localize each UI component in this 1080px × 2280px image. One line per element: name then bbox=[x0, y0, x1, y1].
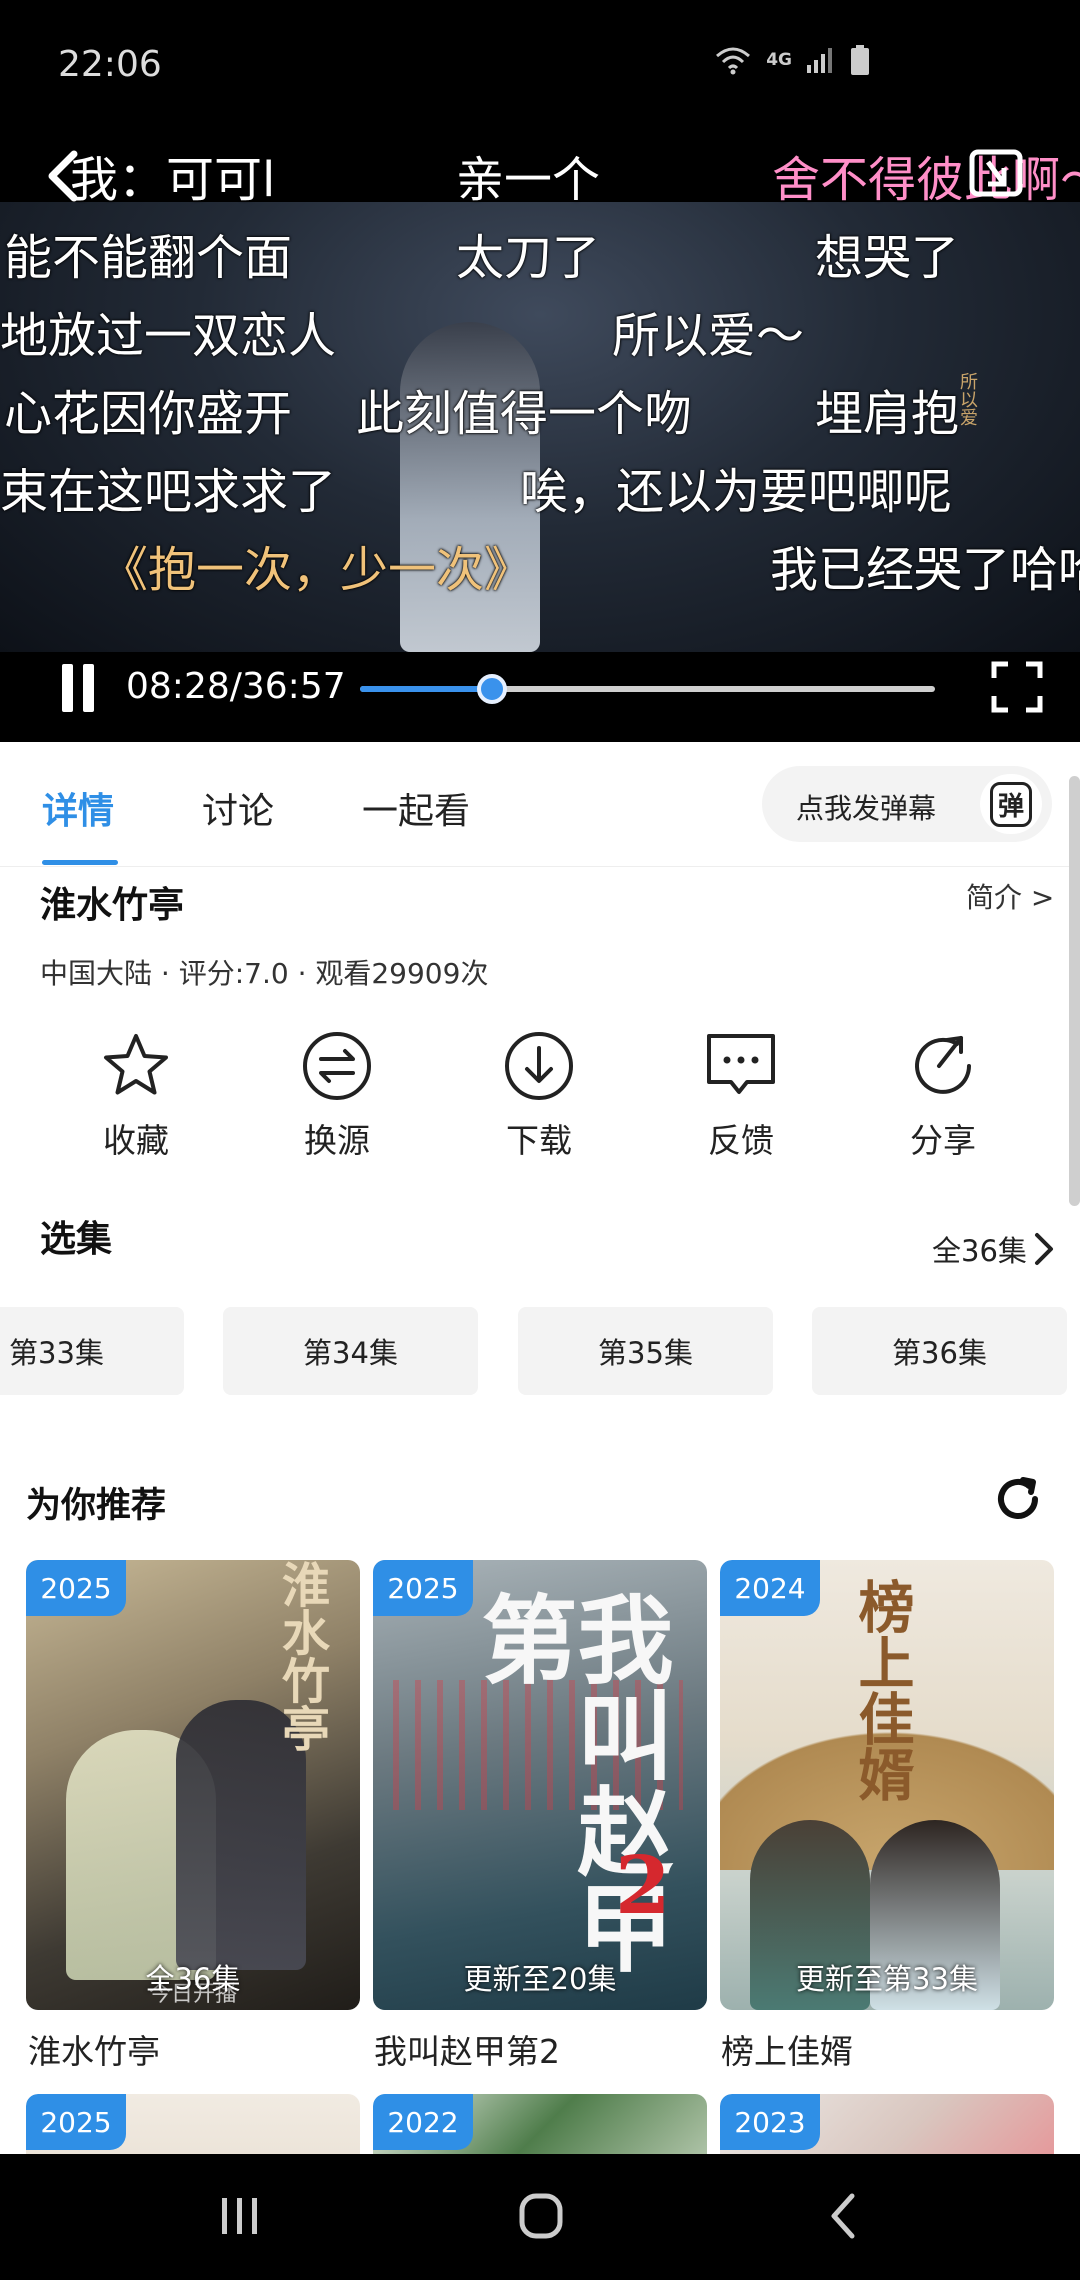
wifi-icon bbox=[716, 47, 751, 75]
pause-icon[interactable] bbox=[58, 664, 98, 712]
video-figure bbox=[400, 322, 540, 652]
share-icon bbox=[915, 1036, 971, 1094]
intro-link[interactable]: 简介 > bbox=[966, 876, 1054, 916]
recommend-card[interactable]: 我叫赵甲第 2 2025 更新至20集 bbox=[373, 1560, 707, 2010]
danmaku-comment: 能不能翻个面 bbox=[4, 230, 293, 286]
fullscreen-icon[interactable] bbox=[990, 660, 1044, 714]
download-button[interactable]: 下载 bbox=[469, 1030, 609, 1162]
video-player[interactable]: 所以爱 我：可可l 亲一个 舍不得彼此啊～ 能不能翻个面 太刀了 想哭了 地放过一双恋人 所以… bbox=[0, 130, 1080, 742]
danmaku-comment: 埋肩抱 bbox=[815, 386, 960, 442]
danmaku-comment: 舍不得彼此啊～ bbox=[772, 152, 1080, 208]
recommend-card[interactable]: 榜上佳婿 2024 更新至第33集 bbox=[720, 1560, 1054, 2010]
player-controls: 08:28/36:57 bbox=[0, 652, 1080, 742]
episode-button[interactable]: 第34集 bbox=[223, 1307, 478, 1395]
share-button[interactable]: 分享 bbox=[873, 1030, 1013, 1162]
tab-discussion[interactable]: 讨论 bbox=[202, 782, 274, 834]
recommend-header: 为你推荐 bbox=[26, 1486, 167, 1526]
danmaku-comment: 束在这吧求求了 bbox=[0, 464, 337, 520]
card-title[interactable]: 我叫赵甲第2 bbox=[374, 2025, 560, 2073]
battery-icon bbox=[851, 45, 869, 75]
danmaku-icon: 弹 bbox=[980, 774, 1042, 834]
episode-button[interactable]: 第36集 bbox=[812, 1307, 1067, 1395]
recommend-card[interactable]: 淮水竹亭 今日开播 2025 全36集 bbox=[26, 1560, 360, 2010]
danmaku-comment: 心花因你盛开 bbox=[4, 386, 293, 442]
year-badge: 2025 bbox=[373, 1560, 473, 1616]
year-badge: 2025 bbox=[26, 1560, 126, 1616]
show-meta: 中国大陆 · 评分:7.0 · 观看29909次 bbox=[40, 957, 489, 990]
picture-in-picture-icon[interactable] bbox=[968, 148, 1024, 198]
progress-knob[interactable] bbox=[476, 674, 507, 704]
download-label: 下载 bbox=[506, 1121, 572, 1160]
danmaku-icon-text: 弹 bbox=[989, 781, 1032, 827]
time-readout: 08:28/36:57 bbox=[126, 666, 346, 707]
system-nav-bar bbox=[0, 2154, 1080, 2280]
favorite-label: 收藏 bbox=[103, 1121, 169, 1160]
feedback-label: 反馈 bbox=[708, 1121, 774, 1160]
status-icons: 4G bbox=[714, 44, 870, 76]
danmaku-comment: 唉，还以为要吧唧呢 bbox=[520, 464, 953, 520]
episode-button[interactable]: 第33集 bbox=[0, 1307, 184, 1395]
send-danmaku-button[interactable]: 点我发弹幕 弹 bbox=[762, 766, 1052, 842]
danmaku-comment: 我已经哭了哈哈 bbox=[770, 542, 1080, 598]
danmaku-comment: 我：可可l bbox=[70, 152, 276, 208]
all-episodes-link[interactable]: 全36集 bbox=[932, 1228, 1055, 1270]
all-episodes-label: 全36集 bbox=[932, 1234, 1027, 1268]
card-title[interactable]: 淮水竹亭 bbox=[28, 2025, 160, 2073]
home-icon[interactable] bbox=[518, 2192, 564, 2240]
tab-underline bbox=[42, 860, 118, 865]
progress-fill bbox=[360, 686, 492, 692]
feedback-button[interactable]: 反馈 bbox=[671, 1030, 811, 1162]
back-arrow-icon[interactable] bbox=[42, 148, 86, 204]
favorite-button[interactable]: 收藏 bbox=[66, 1030, 206, 1162]
switch-source-label: 换源 bbox=[304, 1121, 370, 1160]
danmaku-comment: 想哭了 bbox=[815, 230, 960, 286]
detail-tabs: 详情 讨论 一起看 点我发弹幕 弹 bbox=[0, 742, 1080, 867]
poster-title: 榜上佳婿 bbox=[849, 1578, 915, 1802]
download-icon bbox=[505, 1032, 573, 1100]
share-label: 分享 bbox=[910, 1121, 976, 1160]
episode-status: 更新至第33集 bbox=[796, 1962, 978, 1996]
danmaku-comment: 《抱一次，少一次》 bbox=[100, 542, 533, 598]
poster-title: 我叫赵甲第 bbox=[465, 1590, 674, 1974]
episode-status: 更新至20集 bbox=[463, 1962, 617, 1996]
action-row: 收藏 换源 下载 反馈 分享 bbox=[0, 1030, 1080, 1180]
tab-watch-together[interactable]: 一起看 bbox=[362, 782, 470, 834]
episode-list: 第33集 第34集 第35集 第36集 bbox=[0, 1307, 1080, 1395]
danmaku-comment: 地放过一双恋人 bbox=[0, 308, 337, 364]
danmaku-comment: 此刻值得一个吻 bbox=[356, 386, 693, 442]
show-title: 淮水竹亭 bbox=[40, 885, 185, 926]
year-badge: 2024 bbox=[720, 1560, 820, 1616]
back-nav-icon[interactable] bbox=[828, 2192, 858, 2240]
episode-status: 全36集 bbox=[145, 1962, 241, 1996]
status-bar: 22:06 4G bbox=[0, 0, 1080, 130]
signal-icon bbox=[807, 48, 832, 73]
poster-title: 淮水竹亭 bbox=[273, 1560, 329, 1752]
poster-number: 2 bbox=[615, 1838, 671, 1932]
chevron-right-icon bbox=[1034, 1233, 1053, 1265]
tab-details[interactable]: 详情 bbox=[42, 782, 114, 834]
star-icon bbox=[104, 1034, 168, 1095]
danmaku-comment: 太刀了 bbox=[456, 230, 601, 286]
network-type-label: 4G bbox=[766, 50, 792, 70]
send-danmaku-label: 点我发弹幕 bbox=[796, 792, 937, 825]
year-badge: 2025 bbox=[26, 2094, 126, 2150]
swap-icon bbox=[303, 1032, 371, 1100]
year-badge: 2023 bbox=[720, 2094, 820, 2150]
refresh-icon[interactable] bbox=[993, 1474, 1043, 1524]
switch-source-button[interactable]: 换源 bbox=[267, 1030, 407, 1162]
year-badge: 2022 bbox=[373, 2094, 473, 2150]
episodes-header: 选集 bbox=[40, 1219, 113, 1260]
episode-button[interactable]: 第35集 bbox=[518, 1307, 773, 1395]
danmaku-comment: 所以爱～ bbox=[612, 308, 805, 364]
card-title[interactable]: 榜上佳婿 bbox=[721, 2025, 853, 2073]
feedback-icon bbox=[707, 1034, 775, 1094]
recent-apps-icon[interactable] bbox=[218, 2194, 262, 2238]
progress-bar[interactable] bbox=[360, 674, 935, 704]
danmaku-comment: 亲一个 bbox=[456, 152, 601, 208]
status-time: 22:06 bbox=[58, 44, 162, 85]
